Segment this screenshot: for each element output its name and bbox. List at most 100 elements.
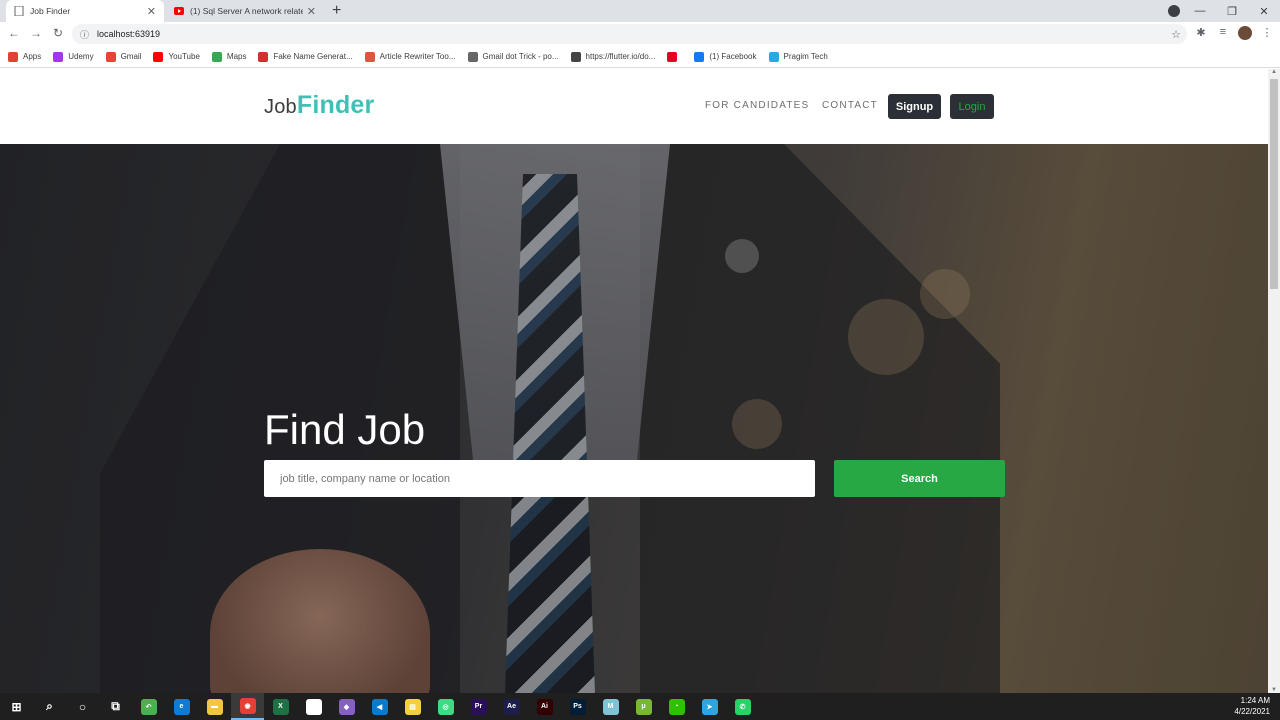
taskbar-item[interactable]: ⊞ [0, 693, 33, 720]
bookmark-item[interactable]: Fake Name Generat... [258, 51, 353, 62]
restore-icon[interactable]: ❐ [1216, 5, 1248, 18]
search-button[interactable]: Search [834, 460, 1005, 497]
hero-title: Find Job [264, 406, 426, 453]
clock-date: 4/22/2021 [1234, 707, 1270, 716]
bookmark-label: Maps [226, 52, 247, 61]
page-viewport: JobFinder FOR CANDIDATES CONTACT Signup … [0, 69, 1268, 693]
taskbar-item[interactable]: X [264, 693, 297, 720]
windows-taskbar: ⊞ ⌕ ○ ⧉ ↶ e ▬ ◉ X ◐ ◆ ◀ ▤ ◎ Pr Ae Ai Ps Mμ ◔ ➤ ✆ 1:24 AM 4/22… [0, 693, 1280, 720]
info-icon[interactable]: ⓘ [80, 28, 89, 41]
login-button[interactable]: Login [950, 94, 994, 119]
vscode-icon: ◀ [371, 698, 388, 715]
taskbar-item[interactable]: Ps [561, 693, 594, 720]
bookmark-label: Gmail dot Trick - po... [482, 52, 559, 61]
tab-job-finder[interactable]: Job Finder ✕ [6, 0, 164, 22]
bookmark-item[interactable]: Maps [211, 51, 247, 62]
search-input[interactable] [264, 460, 815, 497]
taskbar-item[interactable]: ⌕ [33, 693, 66, 720]
tab-strip: Job Finder ✕ (1) Sql Server A network re… [0, 0, 1280, 22]
taskbar-item[interactable]: ➤ [693, 693, 726, 720]
taskbar-item[interactable]: ◔ [660, 693, 693, 720]
tab-title: Job Finder [30, 6, 71, 16]
bookmark-item[interactable] [667, 51, 682, 62]
youtube-icon [153, 51, 164, 62]
new-tab-button[interactable]: + [332, 2, 341, 20]
hero-section: Find Job Search [0, 144, 1268, 693]
back-arrow-icon[interactable]: ← [6, 26, 22, 40]
bookmark-item[interactable]: Udemy [53, 51, 94, 62]
taskbar-item[interactable]: ▬ [198, 693, 231, 720]
premiere-icon: Pr [470, 698, 487, 715]
tab-search-icon[interactable] [1168, 5, 1180, 17]
bookmark-item[interactable]: Gmail [105, 51, 142, 62]
close-icon[interactable]: ✕ [147, 5, 156, 18]
apps-grid-icon [8, 51, 18, 62]
taskbar-item[interactable]: Ae [495, 693, 528, 720]
close-icon[interactable]: ✕ [307, 5, 316, 18]
scrollbar-thumb[interactable] [1270, 79, 1278, 289]
gmail-dot-icon [467, 51, 478, 62]
taskbar-item[interactable]: ⧉ [99, 693, 132, 720]
bookmark-item[interactable]: YouTube [153, 51, 200, 62]
chrome-icon: ◉ [239, 697, 256, 714]
sticky-notes-icon: ▤ [404, 698, 421, 715]
close-window-icon[interactable]: ✕ [1248, 5, 1280, 18]
nav-link-candidates[interactable]: FOR CANDIDATES [705, 100, 809, 111]
bookmark-label: Pragim Tech [783, 52, 828, 61]
taskbar-item[interactable]: ◎ [429, 693, 462, 720]
taskbar-item[interactable]: e [165, 693, 198, 720]
taskbar-item[interactable]: Ai [528, 693, 561, 720]
bookmarks-bar: Apps Udemy Gmail YouTube Maps Fake Name Gener… [0, 46, 1280, 68]
clock-time: 1:24 AM [1240, 696, 1270, 705]
pinterest-icon [667, 51, 678, 62]
bookmark-item[interactable]: Gmail dot Trick - po... [467, 51, 559, 62]
reload-icon[interactable]: ↻ [50, 26, 66, 40]
taskbar-item[interactable]: ◉ [231, 693, 264, 720]
logo-bold-text: Finder [296, 91, 375, 119]
forward-arrow-icon[interactable]: → [28, 26, 44, 40]
bookmark-label: Gmail [120, 52, 142, 61]
app-icon: ◐ [305, 698, 322, 715]
taskbar-item[interactable]: ▤ [396, 693, 429, 720]
extensions-icon[interactable]: ✱ [1194, 26, 1208, 43]
windows-start-icon: ⊞ [11, 699, 22, 714]
url-text: localhost:63919 [97, 29, 161, 39]
taskbar-item[interactable]: ○ [66, 693, 99, 720]
taskbar-item[interactable]: ✆ [726, 693, 759, 720]
taskbar-item[interactable]: ◐ [297, 693, 330, 720]
scroll-up-icon[interactable]: ▲ [1268, 69, 1280, 75]
taskbar-item[interactable]: ◀ [363, 693, 396, 720]
taskbar-item[interactable]: Pr [462, 693, 495, 720]
fake-name-icon [258, 51, 269, 62]
wechat-icon: ◔ [668, 698, 685, 715]
bookmark-item[interactable]: Article Rewriter Too... [364, 51, 456, 62]
address-bar[interactable]: ⓘ localhost:63919 ☆ [72, 24, 1187, 44]
taskbar-item[interactable]: μ [627, 693, 660, 720]
search-icon: ⌕ [46, 699, 53, 713]
taskbar-item[interactable]: ↶ [132, 693, 165, 720]
bookmark-item[interactable]: Apps [8, 51, 41, 62]
facebook-icon [694, 51, 705, 62]
page-scrollbar[interactable]: ▲ ▼ [1268, 69, 1280, 693]
site-logo[interactable]: JobFinder [264, 91, 374, 120]
nav-link-contact[interactable]: CONTACT [822, 100, 878, 111]
reading-list-icon[interactable]: ≡ [1216, 26, 1230, 43]
bookmark-item[interactable]: (1) Facebook [694, 51, 757, 62]
bookmark-label: Fake Name Generat... [273, 52, 353, 61]
bookmark-item[interactable]: Pragim Tech [768, 51, 828, 62]
minimize-icon[interactable]: — [1184, 5, 1216, 17]
signup-button[interactable]: Signup [888, 94, 941, 119]
pragim-icon [768, 51, 779, 62]
bookmark-label: Udemy [68, 52, 94, 61]
gmail-icon [105, 51, 116, 62]
site-header: JobFinder FOR CANDIDATES CONTACT Signup … [0, 69, 1268, 144]
menu-kebab-icon[interactable]: ⋮ [1260, 26, 1274, 43]
bookmark-star-icon[interactable]: ☆ [1171, 28, 1181, 41]
bookmark-label: Article Rewriter Too... [379, 52, 456, 61]
profile-avatar[interactable] [1238, 26, 1252, 43]
bookmark-item[interactable]: https://flutter.io/do... [570, 51, 655, 62]
taskbar-item[interactable]: M [594, 693, 627, 720]
tab-sql-server[interactable]: (1) Sql Server A network related ... ✕ [166, 0, 324, 22]
system-clock[interactable]: 1:24 AM 4/22/2021 [1234, 695, 1270, 717]
taskbar-item[interactable]: ◆ [330, 693, 363, 720]
